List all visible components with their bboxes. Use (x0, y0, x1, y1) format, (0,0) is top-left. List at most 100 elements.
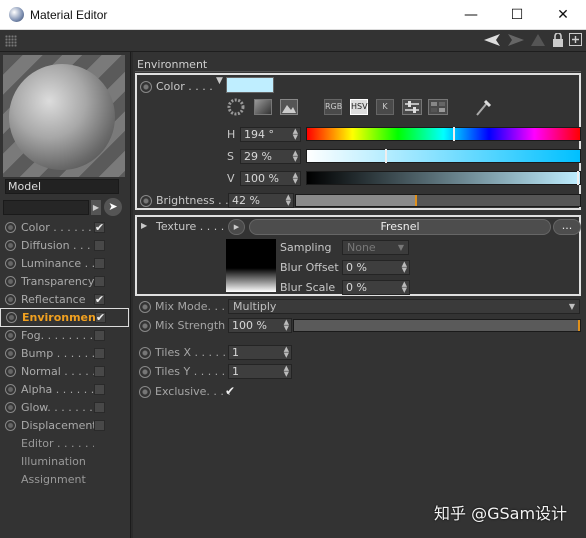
sampling-dropdown[interactable]: None ▼ (342, 240, 409, 255)
minimize-button[interactable]: — (448, 0, 494, 30)
hue-slider-handle[interactable] (453, 127, 455, 141)
channel-radio[interactable] (5, 329, 16, 341)
material-preview[interactable] (3, 55, 125, 177)
mix-strength-slider[interactable] (293, 319, 581, 332)
channel-item[interactable]: Illumination (0, 452, 129, 470)
blur-offset-spinner[interactable]: ▲ ▼ (402, 261, 407, 274)
back-arrow-icon[interactable] (484, 34, 502, 46)
channel-item[interactable]: Diffusion . . . . (0, 236, 129, 254)
texture-more-button[interactable]: ... (553, 219, 581, 235)
rgb-mode-button[interactable]: RGB (324, 99, 342, 115)
brightness-radio[interactable] (140, 195, 152, 207)
channel-item[interactable]: Editor . . . . . . (0, 434, 129, 452)
brightness-field[interactable]: 42 % ▲ ▼ (228, 193, 294, 208)
blur-scale-field[interactable]: 0 % ▲ ▼ (342, 280, 410, 295)
channel-radio[interactable] (5, 275, 16, 287)
hue-spinner[interactable]: ▲ ▼ (293, 128, 298, 141)
value-spinner[interactable]: ▲ ▼ (293, 172, 298, 185)
channel-radio[interactable] (5, 239, 16, 251)
up-arrow-icon[interactable] (531, 34, 545, 46)
channel-checkbox[interactable]: ✔ (94, 293, 105, 306)
tiles-x-radio[interactable] (139, 347, 151, 359)
channel-checkbox[interactable] (94, 347, 105, 359)
channel-radio[interactable] (5, 221, 16, 233)
channel-checkbox[interactable]: ✔ (95, 311, 106, 324)
tiles-x-spinner[interactable]: ▲ ▼ (284, 346, 289, 359)
exclusive-radio[interactable] (139, 386, 151, 398)
spectrum-icon[interactable] (254, 99, 272, 115)
mixer-icon[interactable] (402, 99, 422, 115)
channel-item[interactable]: Displacement (0, 416, 129, 434)
channel-checkbox[interactable] (94, 329, 105, 341)
value-field[interactable]: 100 % ▲ ▼ (240, 171, 301, 186)
channel-item[interactable]: Assignment (0, 470, 129, 488)
color-radio[interactable] (140, 81, 152, 93)
channel-item[interactable]: Environment ✔ (0, 308, 129, 327)
mix-strength-field[interactable]: 100 % ▲ ▼ (228, 318, 292, 333)
kelvin-mode-button[interactable]: K (376, 99, 394, 115)
grip-icon[interactable] (5, 35, 17, 47)
tiles-y-spinner[interactable]: ▲ ▼ (284, 365, 289, 378)
preview-option-field[interactable] (3, 200, 89, 215)
tiles-y-radio[interactable] (139, 366, 151, 378)
hue-slider[interactable] (306, 127, 581, 141)
channel-checkbox[interactable] (94, 239, 105, 251)
exclusive-checkbox[interactable]: ✔ (225, 385, 237, 397)
mix-strength-radio[interactable] (139, 320, 151, 332)
channel-checkbox[interactable] (94, 275, 105, 287)
channel-radio[interactable] (5, 383, 16, 395)
close-button[interactable]: ✕ (540, 0, 586, 30)
value-slider-handle[interactable] (577, 171, 579, 185)
channel-item[interactable]: Normal . . . . . (0, 362, 129, 380)
mix-mode-dropdown[interactable]: Multiply ▼ (228, 299, 580, 314)
texture-menu-arrow-icon[interactable]: ▶ (228, 219, 245, 235)
channel-item[interactable]: Color . . . . . . . ✔ (0, 218, 129, 236)
saturation-slider-handle[interactable] (385, 149, 387, 163)
channel-radio[interactable] (5, 419, 16, 431)
eyedropper-icon[interactable] (474, 97, 492, 117)
forward-arrow-icon[interactable] (506, 34, 524, 46)
new-panel-icon[interactable] (569, 33, 582, 46)
saturation-spinner[interactable]: ▲ ▼ (293, 150, 298, 163)
brightness-spinner[interactable]: ▲ ▼ (286, 194, 291, 207)
lock-icon[interactable] (552, 33, 564, 47)
blur-offset-field[interactable]: 0 % ▲ ▼ (342, 260, 410, 275)
channel-radio[interactable] (6, 312, 17, 323)
maximize-button[interactable]: ☐ (494, 0, 540, 30)
cursor-picker-icon[interactable]: ➤ (104, 198, 122, 216)
brightness-slider[interactable] (295, 194, 581, 207)
channel-item[interactable]: Transparency (0, 272, 129, 290)
channel-radio[interactable] (5, 347, 16, 359)
color-menu-arrow-icon[interactable]: ▼ (216, 76, 223, 86)
blur-scale-spinner[interactable]: ▲ ▼ (402, 281, 407, 294)
channel-item[interactable]: Luminance . . . . (0, 254, 129, 272)
channel-checkbox[interactable] (94, 383, 105, 395)
channel-checkbox[interactable] (94, 419, 105, 431)
color-wheel-icon[interactable] (227, 98, 245, 116)
hue-field[interactable]: 194 ° ▲ ▼ (240, 127, 301, 142)
channel-item[interactable]: Fog. . . . . . . . (0, 326, 129, 344)
channel-checkbox[interactable] (94, 401, 105, 413)
swatches-icon[interactable] (428, 99, 448, 115)
color-swatch[interactable] (226, 77, 274, 93)
image-picker-icon[interactable] (280, 99, 298, 115)
preview-option-arrow-icon[interactable]: ▶ (91, 200, 101, 215)
saturation-field[interactable]: 29 % ▲ ▼ (240, 149, 301, 164)
hsv-mode-button[interactable]: HSV (350, 99, 368, 115)
channel-item[interactable]: Reflectance ✔ (0, 290, 129, 308)
channel-item[interactable]: Glow. . . . . . . (0, 398, 129, 416)
channel-radio[interactable] (5, 401, 16, 413)
channel-checkbox[interactable] (94, 365, 105, 377)
channel-item[interactable]: Alpha . . . . . . (0, 380, 129, 398)
mix-mode-radio[interactable] (139, 301, 151, 313)
channel-radio[interactable] (5, 293, 16, 305)
channel-item[interactable]: Bump . . . . . . (0, 344, 129, 362)
tiles-y-field[interactable]: 1 ▲ ▼ (228, 364, 292, 379)
channel-radio[interactable] (5, 257, 16, 269)
saturation-slider[interactable] (306, 149, 581, 163)
mix-strength-slider-handle[interactable] (578, 320, 580, 331)
channel-checkbox[interactable] (94, 257, 105, 269)
mix-strength-spinner[interactable]: ▲ ▼ (284, 319, 289, 332)
texture-expand-icon[interactable]: ▶ (141, 221, 147, 230)
texture-shader-button[interactable]: Fresnel (249, 219, 551, 235)
